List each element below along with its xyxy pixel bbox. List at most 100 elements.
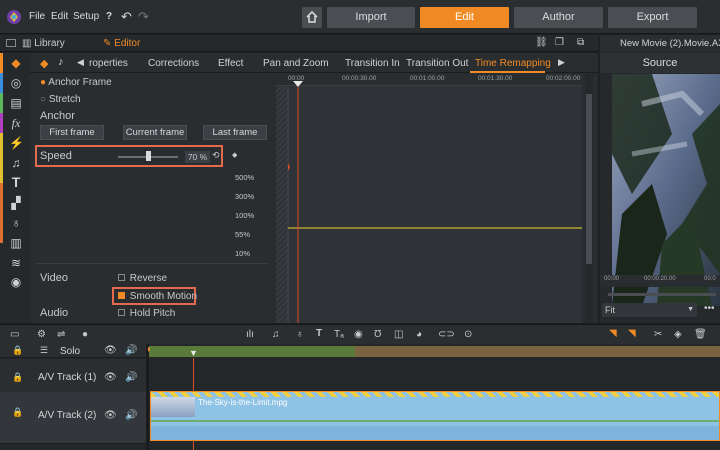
fish-icon[interactable]: ◆ [40, 57, 48, 70]
tab-properties[interactable]: roperties [89, 58, 128, 69]
razor-icon[interactable]: ✂ [654, 329, 662, 340]
panel-toggle-icon[interactable] [6, 39, 16, 47]
title-icon[interactable]: T [316, 328, 322, 339]
list-icon[interactable]: ☰ [40, 345, 48, 356]
wave-icon[interactable]: ♫ [272, 329, 280, 340]
menu-setup[interactable]: Setup [73, 11, 99, 22]
first-frame-button[interactable]: First frame [40, 125, 104, 140]
track-options-icon[interactable]: ⇌ [57, 329, 65, 340]
chevron-left-icon[interactable]: ◀ [77, 57, 84, 68]
video-preview[interactable] [612, 74, 720, 306]
tab-effect[interactable]: Effect [218, 58, 243, 69]
sound-icon[interactable]: ♁ [9, 216, 23, 230]
monitor-icon[interactable]: ▭ [10, 329, 19, 340]
snapshot-icon[interactable]: ⊙ [464, 329, 472, 340]
delete-icon[interactable]: 🗑 [694, 329, 707, 340]
marker-icon[interactable]: ◥ [628, 328, 636, 339]
link-icon[interactable]: ⛓ [535, 37, 548, 48]
menu-edit[interactable]: Edit [51, 11, 68, 22]
track-name[interactable]: A/V Track (2) [38, 410, 96, 421]
popout-icon[interactable]: ⧉ [577, 37, 584, 48]
tab-import[interactable]: Import [327, 7, 415, 28]
source-ruler[interactable]: 00:00 00:00:20.00 00:0 [600, 275, 720, 287]
home-button[interactable] [302, 7, 322, 28]
fx-icon[interactable]: fx [9, 116, 23, 130]
marker-icon[interactable]: ◥ [609, 328, 617, 339]
reverse-checkbox[interactable]: Reverse [118, 273, 167, 284]
hold-pitch-checkbox[interactable]: Hold Pitch [118, 308, 175, 319]
undo-icon[interactable]: ↶ [121, 9, 132, 25]
audio-wave-icon[interactable]: ≋ [9, 256, 23, 270]
lock-icon[interactable]: 🔒 [12, 372, 23, 383]
text-edit-icon[interactable]: Tₐ [334, 329, 344, 340]
menu-file[interactable]: File [29, 11, 45, 22]
circle-icon[interactable]: ● [82, 329, 88, 340]
speaker-icon[interactable]: 🔊 [125, 410, 137, 421]
title-icon[interactable]: T [9, 175, 23, 189]
split-icon[interactable]: ◫ [394, 329, 403, 340]
copy-icon[interactable]: ❐ [555, 37, 564, 48]
tab-transition-out[interactable]: Transition Out [406, 58, 468, 69]
reset-icon[interactable]: ⟲ [212, 150, 220, 161]
timeline-range-bar[interactable] [149, 346, 355, 357]
record-icon[interactable]: ◉ [354, 329, 363, 340]
tab-pan-and-zoom[interactable]: Pan and Zoom [263, 58, 329, 69]
montage-icon[interactable]: ▞ [9, 196, 23, 210]
track-name[interactable]: A/V Track (1) [38, 372, 96, 383]
link-icon[interactable]: ⊂⊃ [438, 329, 455, 340]
speed-slider-thumb[interactable] [145, 151, 151, 161]
last-frame-button[interactable]: Last frame [203, 125, 267, 140]
smooth-motion-checkbox[interactable]: Smooth Motion [118, 291, 197, 302]
tab-time-remapping[interactable]: Time Remapping [475, 58, 551, 69]
timeline-range-bar[interactable] [355, 346, 720, 357]
current-frame-button[interactable]: Current frame [123, 125, 187, 140]
eye-icon[interactable]: 👁 [104, 372, 117, 383]
keyframe-icon[interactable]: ◆ [232, 151, 237, 159]
tab-library[interactable]: ▥ Library [22, 38, 65, 49]
eye-icon[interactable]: 👁 [104, 345, 117, 356]
help-icon[interactable]: ? [106, 11, 112, 22]
more-icon[interactable]: ••• [704, 303, 715, 314]
filmstrip-icon[interactable]: ▥ [9, 236, 23, 250]
folders-icon[interactable]: ▤ [9, 96, 23, 110]
lock-icon[interactable]: 🔒 [12, 345, 23, 356]
globe-icon[interactable]: ◎ [9, 76, 23, 90]
tab-export[interactable]: Export [608, 7, 697, 28]
tab-editor[interactable]: ✎ Editor [103, 38, 140, 49]
transition-icon[interactable]: ⚡ [9, 136, 24, 150]
color-icon[interactable]: ◕ [416, 329, 422, 340]
checkbox-checked-icon [118, 292, 125, 299]
lock-icon[interactable]: 🔒 [12, 407, 23, 418]
eye-icon[interactable]: 👁 [104, 410, 117, 421]
sound-icon[interactable]: ♁ [296, 329, 304, 340]
panel-scrollbar[interactable] [585, 74, 593, 323]
music-icon[interactable]: ♫ [9, 156, 23, 170]
layers-icon[interactable]: ◈ [674, 329, 682, 340]
redo-icon[interactable]: ↷ [138, 9, 149, 25]
in-marker-icon[interactable]: ◗ [146, 344, 152, 355]
speed-value[interactable]: 70 % [185, 151, 210, 163]
chevron-right-icon[interactable]: ▶ [558, 57, 565, 68]
voiceover-icon[interactable]: Ʊ [374, 329, 381, 340]
tab-edit[interactable]: Edit [420, 7, 509, 28]
stretch-radio[interactable]: ○ Stretch [40, 94, 81, 105]
settings-icon[interactable]: ⚙ [37, 329, 46, 340]
tab-transition-in[interactable]: Transition In [345, 58, 400, 69]
disc-icon[interactable]: ◉ [9, 275, 23, 289]
source-label[interactable]: Source [600, 53, 720, 73]
zoom-select[interactable]: Fit ▼ [602, 303, 697, 317]
speaker-icon[interactable]: 🔊 [125, 345, 137, 356]
speed-slider[interactable] [118, 151, 178, 161]
speaker-icon[interactable]: 🔊 [125, 372, 137, 383]
playhead-icon[interactable]: ▼ [189, 348, 198, 358]
fish-media-icon[interactable]: ◆ [9, 56, 23, 70]
video-clip[interactable]: The-Sky-is-the-Limit.mpg [150, 391, 720, 441]
tab-corrections[interactable]: Corrections [148, 58, 199, 69]
music-note-icon[interactable]: ♪ [58, 56, 64, 68]
tab-author[interactable]: Author [514, 7, 603, 28]
mixer-icon[interactable]: ılı [246, 329, 254, 340]
pct-label: 10% [235, 249, 251, 258]
anchor-frame-radio[interactable]: ● Anchor Frame [40, 77, 112, 88]
speed-graph[interactable]: 00:00 00:00:30.00 00:01:00.00 00:01:30.0… [276, 74, 582, 323]
source-scrubber[interactable] [608, 293, 716, 296]
